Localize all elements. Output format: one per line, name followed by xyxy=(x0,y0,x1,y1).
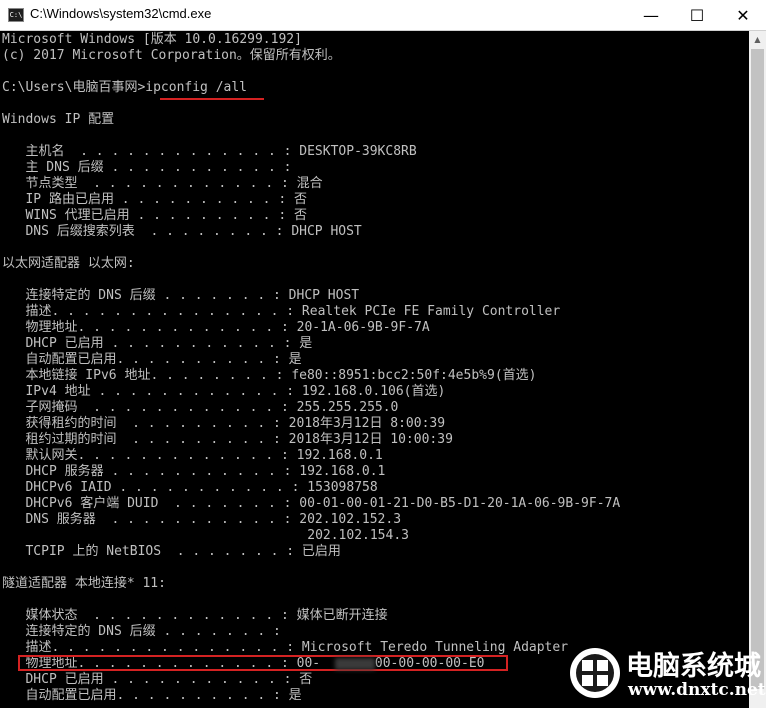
title-bar[interactable]: C:\ C:\Windows\system32\cmd.exe — ☐ ✕ xyxy=(0,0,766,31)
console-line: TCPIP 上的 NetBIOS . . . . . . . : 已启用 xyxy=(2,544,341,559)
console-line: 节点类型 . . . . . . . . . . . . : 混合 xyxy=(2,176,323,191)
scroll-up-arrow-icon[interactable]: ▲ xyxy=(749,31,766,48)
console-line: 连接特定的 DNS 后缀 . . . . . . . : xyxy=(2,624,281,639)
console-line: 主 DNS 后缀 . . . . . . . . . . . : xyxy=(2,160,292,175)
watermark-logo-icon xyxy=(570,648,620,698)
console-line: 主机名 . . . . . . . . . . . . . : DESKTOP-… xyxy=(2,144,417,159)
redacted-address-segment xyxy=(335,658,375,670)
console-line: 获得租约的时间 . . . . . . . . . : 2018年3月12日 8… xyxy=(2,416,446,431)
physical-address-highlight-box xyxy=(18,655,508,671)
watermark-name: 电脑系统城 xyxy=(626,651,761,682)
console-line: 以太网适配器 以太网: xyxy=(2,256,135,271)
console-line: DHCPv6 IAID . . . . . . . . . . . : 1530… xyxy=(2,480,378,495)
console-line: DHCP 已启用 . . . . . . . . . . . : 否 xyxy=(2,672,313,687)
console-line: 媒体状态 . . . . . . . . . . . . : 媒体已断开连接 xyxy=(2,608,388,623)
maximize-button[interactable]: ☐ xyxy=(674,0,720,31)
console-line: DHCP 服务器 . . . . . . . . . . . : 192.168… xyxy=(2,464,386,479)
close-button[interactable]: ✕ xyxy=(720,0,766,31)
console-line: 202.102.154.3 xyxy=(2,528,409,543)
cmd-app-icon[interactable]: C:\ xyxy=(8,8,24,22)
console-line: 连接特定的 DNS 后缀 . . . . . . . : DHCP HOST xyxy=(2,288,360,303)
console-line: 描述. . . . . . . . . . . . . . . : Realte… xyxy=(2,304,561,319)
console-line: DHCPv6 客户端 DUID . . . . . . . : 00-01-00… xyxy=(2,496,621,511)
minimize-button[interactable]: — xyxy=(628,0,674,31)
console-line: 自动配置已启用. . . . . . . . . . : 是 xyxy=(2,352,302,367)
console-line: (c) 2017 Microsoft Corporation。保留所有权利。 xyxy=(2,48,341,63)
window-title: C:\Windows\system32\cmd.exe xyxy=(30,6,212,21)
console-line: WINS 代理已启用 . . . . . . . . . : 否 xyxy=(2,208,307,223)
console-line: 本地链接 IPv6 地址. . . . . . . . : fe80::8951… xyxy=(2,368,537,383)
console-line: 租约过期的时间 . . . . . . . . . : 2018年3月12日 1… xyxy=(2,432,453,447)
watermark-url: www.dnxtc.net xyxy=(628,680,766,700)
console-output[interactable]: Microsoft Windows [版本 10.0.16299.192] (c)… xyxy=(0,31,749,708)
console-line: DNS 后缀搜索列表 . . . . . . . . : DHCP HOST xyxy=(2,224,362,239)
console-line: DNS 服务器 . . . . . . . . . . . : 202.102.… xyxy=(2,512,402,527)
console-line: IP 路由已启用 . . . . . . . . . . : 否 xyxy=(2,192,307,207)
cmd-window: C:\ C:\Windows\system32\cmd.exe — ☐ ✕ Mi… xyxy=(0,0,766,708)
console-line: 自动配置已启用. . . . . . . . . . : 是 xyxy=(2,688,302,703)
console-line: Microsoft Windows [版本 10.0.16299.192] xyxy=(2,32,302,47)
console-line: 物理地址. . . . . . . . . . . . . : 20-1A-06… xyxy=(2,320,430,335)
console-line: 描述. . . . . . . . . . . . . . . : Micros… xyxy=(2,640,569,655)
watermark: 电脑系统城 www.dnxtc.net xyxy=(566,640,766,708)
console-line: 默认网关. . . . . . . . . . . . . : 192.168.… xyxy=(2,448,383,463)
command-highlight-underline xyxy=(160,98,264,100)
console-line: IPv4 地址 . . . . . . . . . . . . : 192.16… xyxy=(2,384,446,399)
console-line: Windows IP 配置 xyxy=(2,112,115,127)
console-line: 子网掩码 . . . . . . . . . . . . : 255.255.2… xyxy=(2,400,399,415)
scroll-thumb[interactable] xyxy=(751,49,764,689)
console-line: 隧道适配器 本地连接* 11: xyxy=(2,576,166,591)
console-line: C:\Users\电脑百事网>ipconfig /all xyxy=(2,80,248,95)
vertical-scrollbar[interactable]: ▲ xyxy=(749,31,766,708)
console-line: DHCP 已启用 . . . . . . . . . . . : 是 xyxy=(2,336,313,351)
